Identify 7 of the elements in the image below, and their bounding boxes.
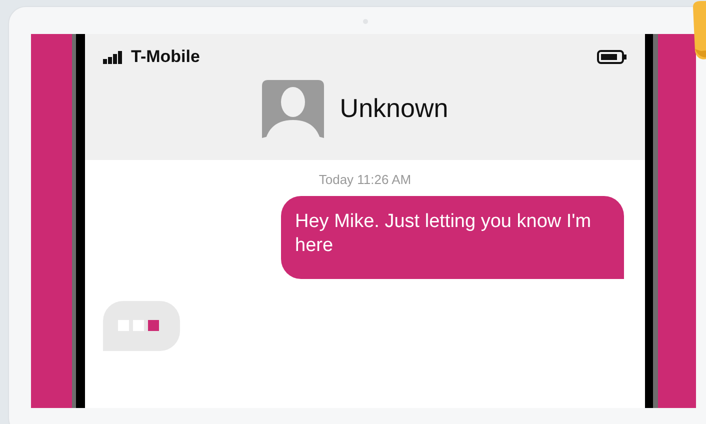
carrier-name: T-Mobile <box>131 46 200 68</box>
battery-icon <box>597 50 627 64</box>
timestamp: Today 11:26 AM <box>318 171 412 189</box>
contact-name: Unknown <box>340 92 448 125</box>
avatar-icon <box>262 80 324 138</box>
message-bubble: Hey Mike. Just letting you know I'm here <box>281 196 624 279</box>
signal-icon <box>103 50 123 64</box>
